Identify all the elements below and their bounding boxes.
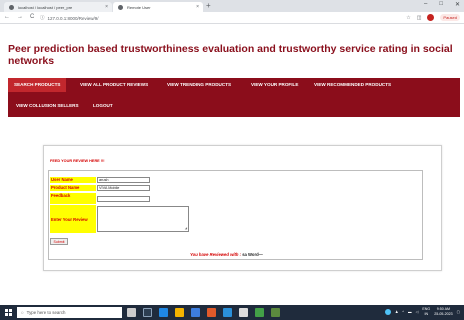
resize-grip-icon[interactable]: ◢ <box>185 226 187 230</box>
taskbar-apps <box>127 308 280 317</box>
taskbar: ○ Type here to search ♟ ^ ▬ ◁ ENG IN 9:5… <box>0 305 464 320</box>
url-field[interactable]: ⓘ 127.0.0.1:8000/Review/9/ <box>40 14 440 22</box>
browser-tab-phpmyadmin[interactable]: localhost / localhost / peer_pre × <box>4 2 112 12</box>
tab-title: Remote User <box>127 4 151 10</box>
close-window-button[interactable]: ✕ <box>455 1 460 8</box>
tab-favicon-icon <box>118 5 123 10</box>
window-controls: – □ ✕ <box>424 1 460 8</box>
tab-favicon-icon <box>9 5 14 10</box>
clock[interactable]: 9:50 AM 25-05-2023 <box>434 307 452 316</box>
chevron-up-icon[interactable]: ^ <box>402 310 404 314</box>
search-icon: ○ <box>21 310 24 315</box>
main-nav: SEARCH PRODUCTS VIEW ALL PRODUCT REVIEWS… <box>8 78 460 117</box>
app-icon[interactable] <box>271 308 280 317</box>
clock-date: 25-05-2023 <box>434 311 453 316</box>
feedback-field[interactable] <box>97 196 150 202</box>
url-text: 127.0.0.1:8000/Review/9/ <box>47 15 99 21</box>
review-label: Enter Your Review <box>50 205 96 233</box>
volume-icon[interactable]: ◁ <box>416 310 419 314</box>
user-name-label: User Name <box>50 177 96 183</box>
review-form-heading: FEED YOUR REVIEW HERE !!! <box>50 159 105 163</box>
result-value: sa Word— <box>242 252 263 257</box>
taskbar-search[interactable]: ○ Type here to search <box>17 307 122 318</box>
maximize-button[interactable]: □ <box>439 1 443 8</box>
user-name-field[interactable]: arush <box>97 177 150 183</box>
bookmark-star-icon[interactable]: ☆ <box>406 15 410 21</box>
user-icon[interactable]: ♟ <box>395 310 398 314</box>
browser-tab-bar: localhost / localhost / peer_pre × Remot… <box>0 0 464 12</box>
microphone-icon[interactable] <box>127 308 136 317</box>
notifications-icon[interactable]: ▢ <box>457 310 460 314</box>
forward-icon[interactable]: → <box>17 14 23 20</box>
edge-icon[interactable] <box>159 308 168 317</box>
store-icon[interactable] <box>191 308 200 317</box>
nav-search-products[interactable]: SEARCH PRODUCTS <box>8 78 67 92</box>
review-textarea[interactable]: ◢ <box>97 206 189 232</box>
sidebar-icon[interactable]: ◫ <box>417 15 422 21</box>
result-prefix: You have Reviewed with : <box>190 252 242 257</box>
tab-close-icon[interactable]: × <box>196 4 199 10</box>
windows-start-icon[interactable] <box>5 309 12 316</box>
product-name-field[interactable]: VIVA Mobile <box>97 185 150 191</box>
nav-view-trending-products[interactable]: VIEW TRENDING PRODUCTS <box>161 78 237 92</box>
new-tab-button[interactable]: + <box>206 1 211 10</box>
app-icon[interactable] <box>255 308 264 317</box>
nav-view-your-profile[interactable]: VIEW YOUR PROFILE <box>245 78 304 92</box>
app-icon[interactable] <box>207 308 216 317</box>
minimize-button[interactable]: – <box>424 1 427 8</box>
tab-close-icon[interactable]: × <box>105 4 108 10</box>
system-tray: ♟ ^ ▬ ◁ ENG IN 9:50 AM 25-05-2023 ▢ <box>385 307 460 316</box>
weather-icon[interactable] <box>385 308 392 315</box>
chrome-icon[interactable] <box>239 308 248 317</box>
submit-button[interactable]: Submit <box>50 238 68 245</box>
info-icon: ⓘ <box>40 15 45 20</box>
nav-view-collusion-sellers[interactable]: VIEW COLLUSION SELLERS <box>10 99 85 113</box>
profile-avatar[interactable] <box>427 14 435 21</box>
tab-title: localhost / localhost / peer_pre <box>18 4 73 10</box>
file-explorer-icon[interactable] <box>175 308 184 317</box>
back-icon[interactable]: ← <box>4 14 10 20</box>
page-title: Peer prediction based trustworthiness ev… <box>8 43 453 67</box>
search-placeholder: Type here to search <box>26 310 66 315</box>
language-indicator[interactable]: ENG IN <box>422 307 430 316</box>
network-icon[interactable]: ▬ <box>408 310 412 314</box>
product-name-label: Product Name <box>50 185 96 191</box>
tray-region: IN <box>424 311 429 316</box>
nav-logout[interactable]: LOGOUT <box>87 99 119 113</box>
reload-icon[interactable]: C <box>30 14 34 20</box>
paused-badge[interactable]: Paused <box>440 14 460 21</box>
app-icon[interactable] <box>223 308 232 317</box>
nav-view-recommended-products[interactable]: VIEW RECOMMENDED PRODUCTS <box>308 78 397 92</box>
address-bar-row: ← → C ⓘ 127.0.0.1:8000/Review/9/ ☆ ◫ Pau… <box>0 12 464 24</box>
browser-tab-remote-user[interactable]: Remote User × <box>113 2 203 12</box>
browser-nav-buttons: ← → C <box>4 14 34 20</box>
browser-right-controls: ☆ ◫ Paused <box>406 14 460 21</box>
feedback-label: Feedback <box>50 193 96 204</box>
nav-view-all-product-reviews[interactable]: VIEW ALL PRODUCT REVIEWS <box>74 78 154 92</box>
task-view-icon[interactable] <box>143 308 152 317</box>
review-result-message: You have Reviewed with : sa Word— <box>190 252 263 257</box>
